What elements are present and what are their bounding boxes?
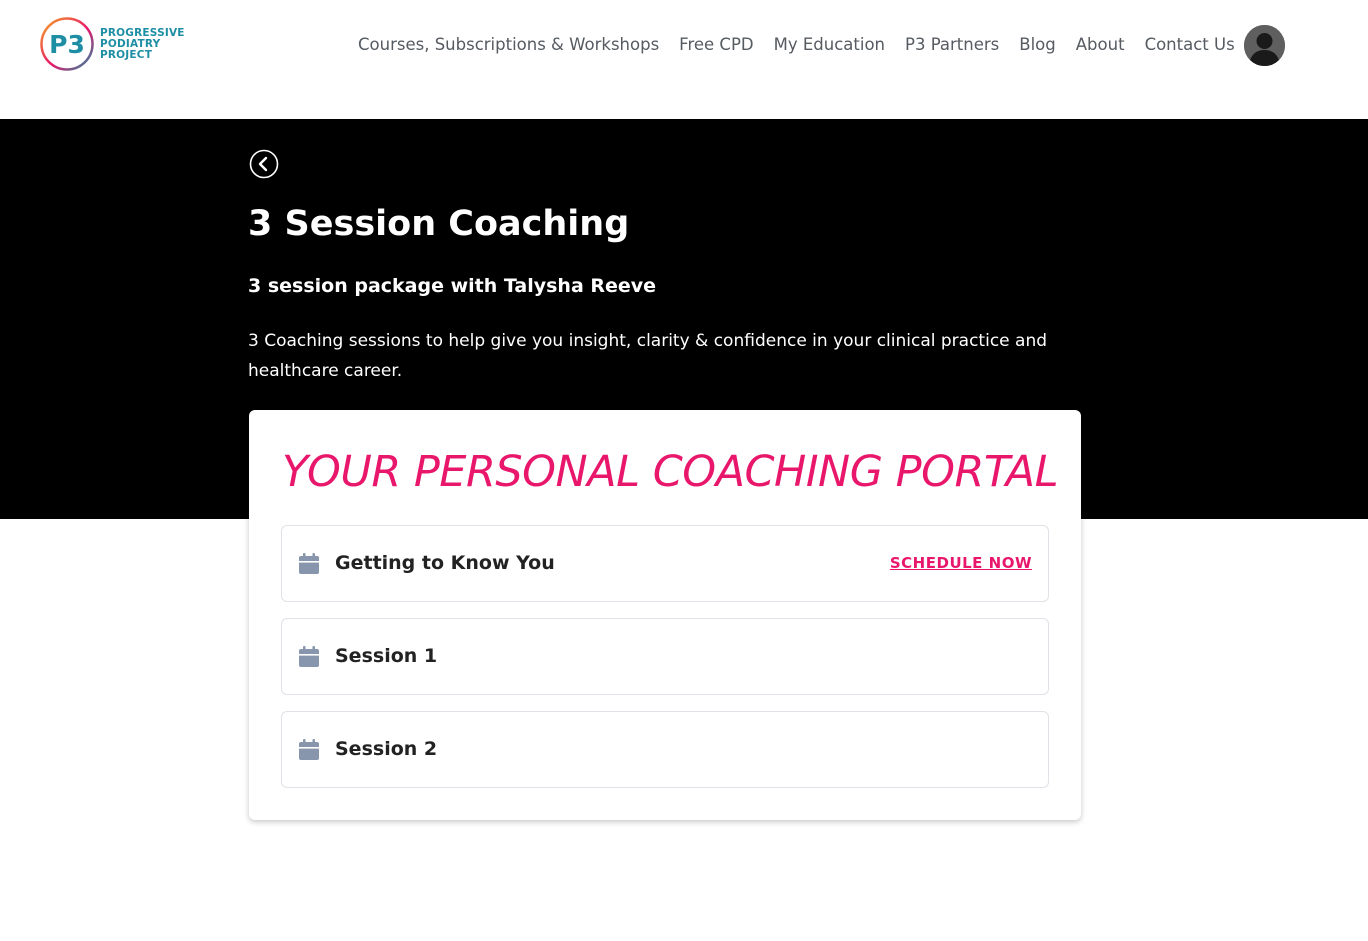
nav-blog[interactable]: Blog [1019,34,1055,56]
logo-line-2: PODIATRY [100,37,161,50]
page-description: 3 Coaching sessions to help give you ins… [248,331,1048,381]
p3-logo-mark: P3 [40,17,94,71]
session-name: Session 1 [335,645,438,667]
schedule-now-link[interactable]: SCHEDULE NOW [890,526,1032,601]
nav-contact-us[interactable]: Contact Us [1145,34,1235,56]
back-button[interactable] [249,149,279,179]
page-title: 3 Session Coaching [248,204,630,244]
nav-courses[interactable]: Courses, Subscriptions & Workshops [358,34,659,56]
logo-mark-text: P3 [49,30,85,59]
nav-about[interactable]: About [1076,34,1125,56]
logo-line-1: PROGRESSIVE [100,26,185,39]
portal-title: YOUR PERSONAL COACHING PORTAL [282,447,1059,497]
logo-line-3: PROJECT [100,48,153,61]
calendar-icon [299,739,319,760]
page-subtitle: 3 session package with Talysha Reeve [248,275,657,297]
user-avatar-button[interactable] [1244,25,1285,66]
calendar-icon [299,646,319,667]
p3-logo[interactable]: P3 PROGRESSIVE PODIATRY PROJECT [40,16,185,72]
coaching-portal-card: YOUR PERSONAL COACHING PORTAL Getting to… [249,410,1081,820]
session-name: Getting to Know You [335,552,555,574]
main-nav: Courses, Subscriptions & Workshops Free … [348,34,1245,56]
session-name: Session 2 [335,738,438,760]
nav-free-cpd[interactable]: Free CPD [679,34,753,56]
nav-p3-partners[interactable]: P3 Partners [905,34,999,56]
session-item-getting-to-know-you: Getting to Know You SCHEDULE NOW [281,525,1049,602]
nav-my-education[interactable]: My Education [774,34,885,56]
chevron-left-circle-icon [249,149,279,179]
site-header: P3 PROGRESSIVE PODIATRY PROJECT Courses,… [0,0,1368,119]
calendar-icon [299,553,319,574]
session-item-session-2: Session 2 [281,711,1049,788]
session-item-session-1: Session 1 [281,618,1049,695]
user-avatar-icon [1244,25,1285,66]
logo-wordmark: PROGRESSIVE PODIATRY PROJECT [100,26,185,61]
